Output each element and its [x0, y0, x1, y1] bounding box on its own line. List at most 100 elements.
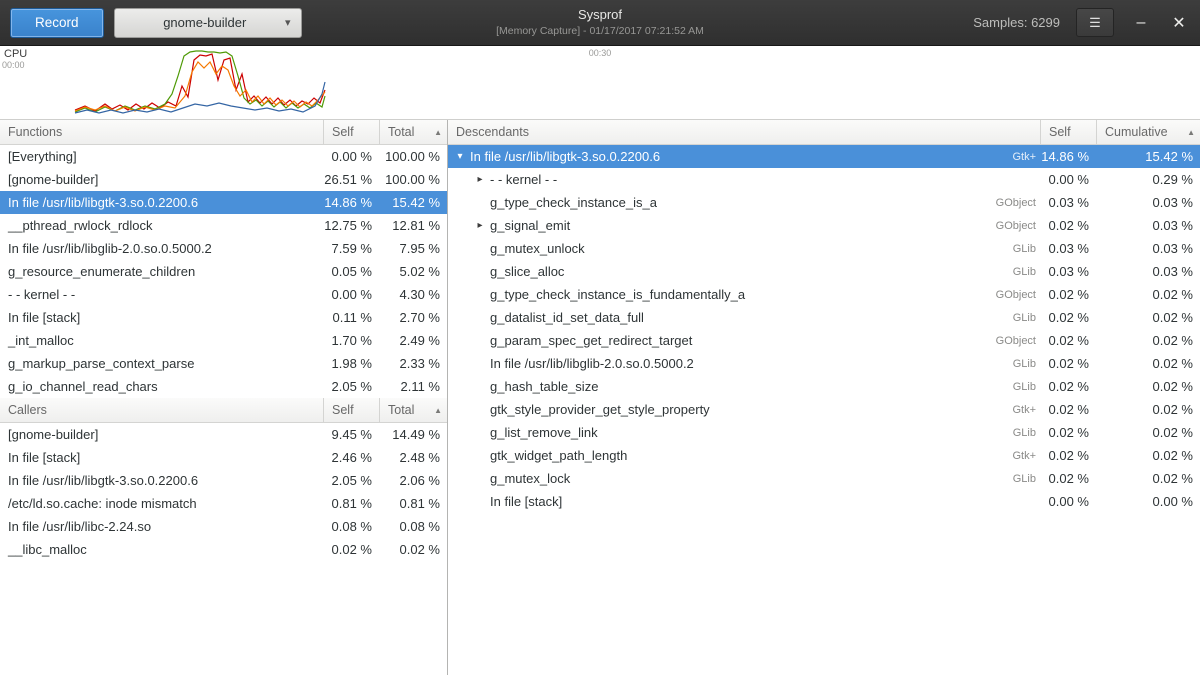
- table-row[interactable]: __pthread_rwlock_rdlock12.75 %12.81 %: [0, 214, 447, 237]
- table-row[interactable]: [gnome-builder]26.51 %100.00 %: [0, 168, 447, 191]
- table-row[interactable]: In file /usr/lib/libc-2.24.so0.08 %0.08 …: [0, 515, 447, 538]
- descendants-column-header[interactable]: Descendants: [448, 120, 1040, 144]
- total-percent: 5.02 %: [379, 264, 447, 279]
- self-percent: 0.02 %: [1040, 402, 1096, 417]
- library-category: GLib: [948, 473, 1040, 485]
- process-selector-label: gnome-builder: [125, 15, 285, 30]
- table-row[interactable]: In file [stack]2.46 %2.48 %: [0, 446, 447, 469]
- self-percent: 0.02 %: [1040, 448, 1096, 463]
- cumulative-percent: 0.03 %: [1096, 264, 1200, 279]
- cumulative-percent: 0.02 %: [1096, 402, 1200, 417]
- function-name: In file /usr/lib/libgtk-3.so.0.2200.6: [0, 473, 323, 488]
- function-name: [Everything]: [0, 149, 323, 164]
- library-category: GObject: [948, 197, 1040, 209]
- library-category: GObject: [948, 220, 1040, 232]
- function-name: g_markup_parse_context_parse: [0, 356, 323, 371]
- cumulative-column-header[interactable]: Cumulative ▲: [1096, 120, 1200, 144]
- function-name: - - kernel - -: [488, 172, 948, 187]
- total-column-header[interactable]: Total ▲: [379, 120, 447, 144]
- total-column-header[interactable]: Total ▲: [379, 398, 447, 422]
- table-row[interactable]: g_hash_table_sizeGLib0.02 %0.02 %: [448, 375, 1200, 398]
- chevron-down-icon: ▾: [285, 16, 291, 29]
- table-row[interactable]: _int_malloc1.70 %2.49 %: [0, 329, 447, 352]
- function-name: __libc_malloc: [0, 542, 323, 557]
- table-row[interactable]: In file /usr/lib/libglib-2.0.so.0.5000.2…: [448, 352, 1200, 375]
- cpu-line-red: [75, 54, 325, 111]
- table-row[interactable]: ▸- - kernel - -0.00 %0.29 %: [448, 168, 1200, 191]
- self-column-header[interactable]: Self: [323, 398, 379, 422]
- self-percent: 2.05 %: [323, 473, 379, 488]
- table-row[interactable]: g_slice_allocGLib0.03 %0.03 %: [448, 260, 1200, 283]
- cumulative-percent: 15.42 %: [1096, 149, 1200, 164]
- expander-collapsed-icon[interactable]: ▸: [472, 174, 488, 185]
- table-row[interactable]: gtk_widget_path_lengthGtk+0.02 %0.02 %: [448, 444, 1200, 467]
- table-row[interactable]: __libc_malloc0.02 %0.02 %: [0, 538, 447, 561]
- table-row[interactable]: /etc/ld.so.cache: inode mismatch0.81 %0.…: [0, 492, 447, 515]
- self-percent: 0.02 %: [1040, 425, 1096, 440]
- table-row[interactable]: ▸g_signal_emitGObject0.02 %0.03 %: [448, 214, 1200, 237]
- function-name: g_type_check_instance_is_fundamentally_a: [488, 287, 948, 302]
- table-row[interactable]: g_datalist_id_set_data_fullGLib0.02 %0.0…: [448, 306, 1200, 329]
- total-column-label: Total: [388, 403, 414, 417]
- self-column-header[interactable]: Self: [323, 120, 379, 144]
- self-percent: 0.02 %: [1040, 287, 1096, 302]
- table-row[interactable]: - - kernel - -0.00 %4.30 %: [0, 283, 447, 306]
- function-name: _int_malloc: [0, 333, 323, 348]
- record-button[interactable]: Record: [10, 8, 104, 38]
- table-row[interactable]: In file [stack]0.00 %0.00 %: [448, 490, 1200, 513]
- self-percent: 0.08 %: [323, 519, 379, 534]
- function-name: g_datalist_id_set_data_full: [488, 310, 948, 325]
- expander-expanded-icon[interactable]: ▾: [452, 151, 468, 162]
- hamburger-icon: ☰: [1089, 15, 1101, 31]
- cumulative-percent: 0.02 %: [1096, 448, 1200, 463]
- table-row[interactable]: g_markup_parse_context_parse1.98 %2.33 %: [0, 352, 447, 375]
- function-name: [gnome-builder]: [0, 172, 323, 187]
- library-category: GLib: [948, 381, 1040, 393]
- self-percent: 0.02 %: [1040, 471, 1096, 486]
- time-label-start: 00:00: [2, 60, 25, 70]
- table-row[interactable]: g_type_check_instance_is_aGObject0.03 %0…: [448, 191, 1200, 214]
- table-row[interactable]: In file /usr/lib/libglib-2.0.so.0.5000.2…: [0, 237, 447, 260]
- function-name: g_signal_emit: [488, 218, 948, 233]
- function-name: [gnome-builder]: [0, 427, 323, 442]
- self-percent: 0.00 %: [323, 149, 379, 164]
- table-row[interactable]: In file [stack]0.11 %2.70 %: [0, 306, 447, 329]
- self-percent: 9.45 %: [323, 427, 379, 442]
- self-percent: 0.02 %: [1040, 379, 1096, 394]
- table-row[interactable]: g_mutex_lockGLib0.02 %0.02 %: [448, 467, 1200, 490]
- self-percent: 0.03 %: [1040, 195, 1096, 210]
- total-percent: 100.00 %: [379, 172, 447, 187]
- self-percent: 1.70 %: [323, 333, 379, 348]
- hamburger-menu-button[interactable]: ☰: [1076, 8, 1114, 37]
- self-percent: 2.46 %: [323, 450, 379, 465]
- cumulative-percent: 0.02 %: [1096, 310, 1200, 325]
- callers-column-header[interactable]: Callers: [0, 398, 323, 422]
- table-row[interactable]: g_type_check_instance_is_fundamentally_a…: [448, 283, 1200, 306]
- self-percent: 0.05 %: [323, 264, 379, 279]
- self-percent: 0.02 %: [323, 542, 379, 557]
- function-name: /etc/ld.so.cache: inode mismatch: [0, 496, 323, 511]
- table-row[interactable]: g_mutex_unlockGLib0.03 %0.03 %: [448, 237, 1200, 260]
- self-column-header[interactable]: Self: [1040, 120, 1096, 144]
- cumulative-percent: 0.02 %: [1096, 356, 1200, 371]
- expander-collapsed-icon[interactable]: ▸: [472, 220, 488, 231]
- table-row[interactable]: [Everything]0.00 %100.00 %: [0, 145, 447, 168]
- process-selector-dropdown[interactable]: gnome-builder ▾: [114, 8, 302, 38]
- table-row[interactable]: g_io_channel_read_chars2.05 %2.11 %: [0, 375, 447, 398]
- table-row[interactable]: g_resource_enumerate_children0.05 %5.02 …: [0, 260, 447, 283]
- table-row[interactable]: g_list_remove_linkGLib0.02 %0.02 %: [448, 421, 1200, 444]
- close-button[interactable]: ✕: [1168, 13, 1190, 33]
- table-row[interactable]: g_param_spec_get_redirect_targetGObject0…: [448, 329, 1200, 352]
- minimize-button[interactable]: –: [1130, 14, 1152, 32]
- function-name: g_mutex_unlock: [488, 241, 948, 256]
- functions-column-header[interactable]: Functions: [0, 120, 323, 144]
- table-row[interactable]: [gnome-builder]9.45 %14.49 %: [0, 423, 447, 446]
- self-percent: 0.02 %: [1040, 356, 1096, 371]
- table-row[interactable]: In file /usr/lib/libgtk-3.so.0.2200.614.…: [0, 191, 447, 214]
- cpu-timeline-graph[interactable]: CPU 00:00 00:30: [0, 46, 1200, 120]
- self-percent: 0.03 %: [1040, 264, 1096, 279]
- table-row[interactable]: gtk_style_provider_get_style_propertyGtk…: [448, 398, 1200, 421]
- table-row[interactable]: In file /usr/lib/libgtk-3.so.0.2200.62.0…: [0, 469, 447, 492]
- table-row[interactable]: ▾In file /usr/lib/libgtk-3.so.0.2200.6Gt…: [448, 145, 1200, 168]
- self-percent: 14.86 %: [323, 195, 379, 210]
